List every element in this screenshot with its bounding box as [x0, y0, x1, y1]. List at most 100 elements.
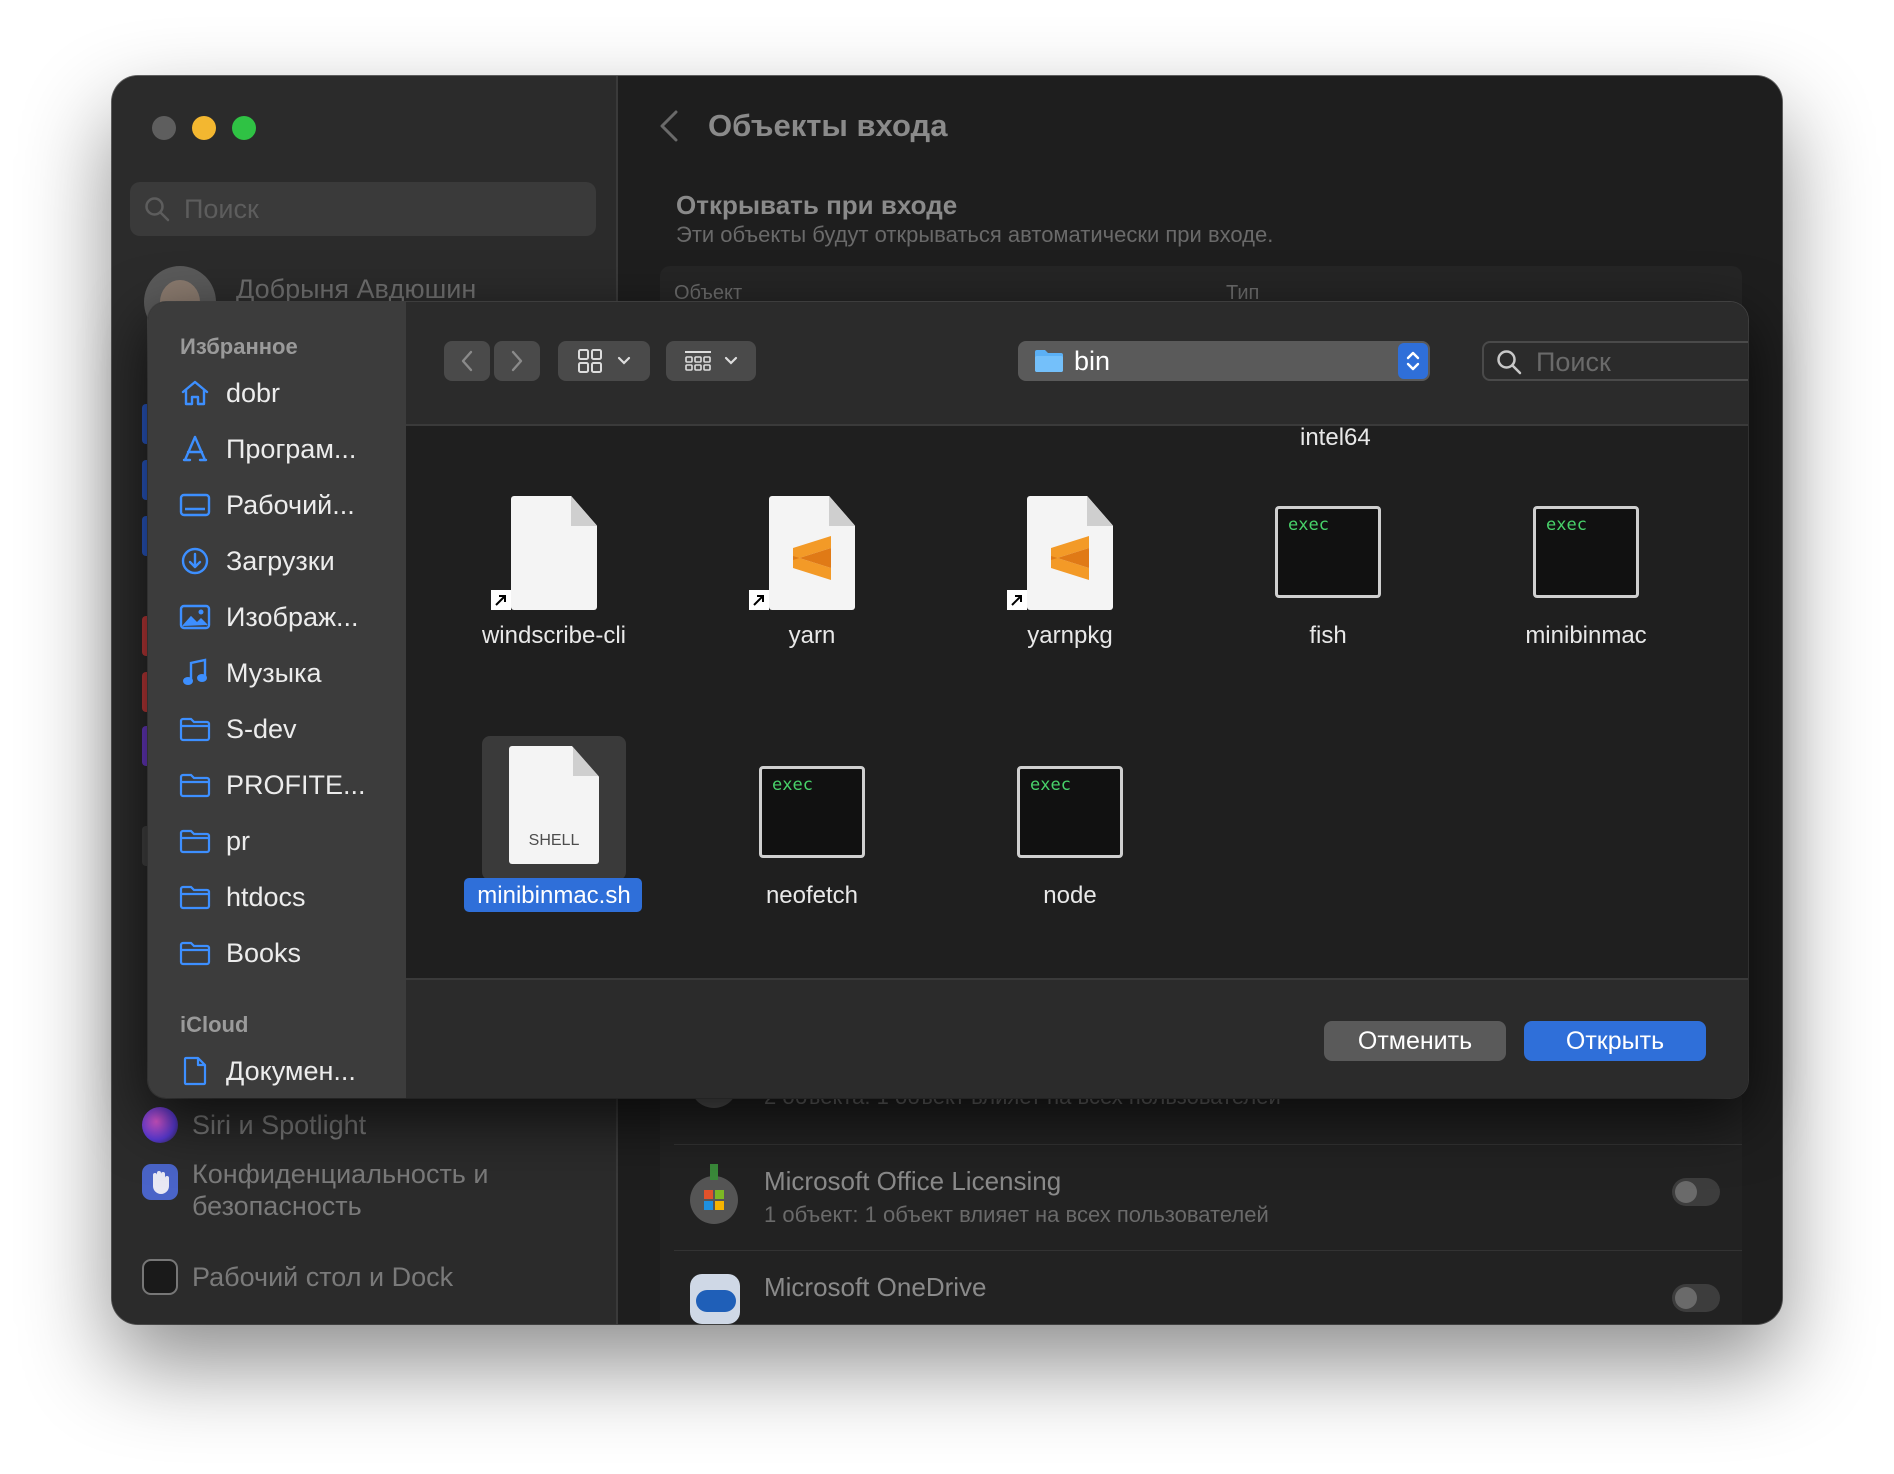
cancel-button[interactable]: Отменить [1324, 1021, 1506, 1061]
file-name: yarn [788, 622, 836, 649]
office-licensing-toggle[interactable] [1672, 1178, 1720, 1206]
minimize-window-button[interactable] [192, 116, 216, 140]
back-chevron-icon[interactable] [658, 108, 680, 144]
home-icon [178, 376, 212, 410]
folder-icon [178, 880, 212, 914]
sidebar-item-pictures[interactable]: Изображ... [178, 592, 398, 642]
file-browser-grid: intel64 windscribe-cli yarn yarnpkg exec… [406, 424, 1748, 976]
sidebar-item-siri[interactable]: Siri и Spotlight [142, 1100, 602, 1150]
sidebar-item-privacy[interactable]: Конфиденциальность и безопасность [142, 1158, 602, 1228]
dialog-sidebar: Избранное dobr Програм... Рабочий... Заг… [148, 302, 406, 1098]
group-by-button[interactable] [666, 341, 756, 381]
downloads-icon [178, 544, 212, 578]
chevron-down-icon [617, 356, 631, 365]
siri-icon [142, 1107, 178, 1143]
alias-arrow-icon [749, 590, 769, 610]
section-title: Открывать при входе [676, 190, 958, 220]
forward-button[interactable] [494, 341, 540, 381]
sidebar-item-books[interactable]: Books [178, 928, 398, 978]
item-name: Microsoft Office Licensing [764, 1166, 1062, 1196]
sidebar-item-label: Конфиденциальность и безопасность [192, 1159, 489, 1221]
current-folder-label: bin [1074, 346, 1111, 376]
sidebar-search-field[interactable]: Поиск [130, 182, 596, 236]
folder-icon [178, 936, 212, 970]
sidebar-item-icloud-documents[interactable]: Докумен... [178, 1046, 398, 1096]
file-item[interactable]: exec neofetch [712, 704, 912, 924]
sidebar-item-label: pr [226, 825, 251, 856]
sidebar-item-s-dev[interactable]: S-dev [178, 704, 398, 754]
open-file-dialog: Избранное dobr Програм... Рабочий... Заг… [148, 302, 1748, 1098]
popup-stepper[interactable] [1398, 343, 1428, 379]
chevron-down-icon [724, 356, 738, 365]
file-item[interactable]: yarnpkg [970, 444, 1170, 664]
view-mode-button[interactable] [558, 341, 650, 381]
terminal-exec-icon: exec [1017, 766, 1123, 858]
sidebar-item-pr[interactable]: pr [178, 816, 398, 866]
sidebar-item-label: Siri и Spotlight [192, 1110, 367, 1140]
open-button[interactable]: Открыть [1524, 1021, 1706, 1061]
file-item[interactable]: windscribe-cli [454, 444, 654, 664]
sidebar-item-label: S-dev [226, 713, 297, 744]
user-name: Добрыня Авдюшин [236, 274, 477, 304]
chevron-left-icon [461, 350, 473, 372]
file-item[interactable]: exec minibinmac [1486, 444, 1686, 664]
onedrive-toggle[interactable] [1672, 1284, 1720, 1312]
file-item[interactable]: yarn [712, 444, 912, 664]
file-name: node [1043, 882, 1097, 909]
sidebar-item-label: Изображ... [226, 601, 359, 632]
dialog-toolbar: bin Поиск [406, 302, 1748, 426]
folder-icon [178, 824, 212, 858]
group-icon [685, 351, 711, 371]
sidebar-item-label: htdocs [226, 881, 306, 912]
dock-icon [142, 1259, 178, 1295]
page-title: Объекты входа [708, 108, 948, 143]
sublime-text-icon [749, 496, 855, 610]
alias-arrow-icon [491, 590, 511, 610]
file-name: fish [1309, 622, 1347, 649]
item-name: Microsoft OneDrive [764, 1272, 987, 1302]
dialog-search-field[interactable]: Поиск [1482, 341, 1748, 381]
sidebar-item-htdocs[interactable]: htdocs [178, 872, 398, 922]
terminal-exec-icon: exec [759, 766, 865, 858]
grid-view-icon [578, 349, 602, 373]
dialog-footer: Отменить Открыть [406, 978, 1748, 1098]
exec-badge: exec [1288, 515, 1329, 535]
item-detail: 1 объект: 1 объект влияет на всех пользо… [764, 1202, 1269, 1227]
music-icon [178, 656, 212, 690]
sidebar-item-profite[interactable]: PROFITE... [178, 760, 398, 810]
search-icon [145, 197, 170, 222]
location-popup[interactable]: bin [1018, 341, 1430, 381]
sidebar-item-label: Програм... [226, 433, 357, 464]
folder-icon [178, 712, 212, 746]
sidebar-item-label: Books [226, 937, 302, 968]
sidebar-item-dock[interactable]: Рабочий стол и Dock [142, 1252, 602, 1302]
alias-arrow-icon [1007, 590, 1027, 610]
file-name: yarnpkg [1027, 622, 1113, 649]
sidebar-item-applications[interactable]: Програм... [178, 424, 398, 474]
sidebar-item-music[interactable]: Музыка [178, 648, 398, 698]
exec-badge: exec [1030, 775, 1071, 795]
exec-badge: exec [772, 775, 813, 795]
sidebar-item-label: dobr [226, 377, 281, 408]
file-item[interactable]: exec node [970, 704, 1170, 924]
sidebar-item-downloads[interactable]: Загрузки [178, 536, 398, 586]
sidebar-item-label: Загрузки [226, 545, 335, 576]
desktop-icon [178, 488, 212, 522]
sidebar-item-label: Рабочий стол и Dock [192, 1262, 454, 1292]
applications-icon [178, 432, 212, 466]
file-item-selected[interactable]: SHELL minibinmac.sh [454, 704, 654, 924]
back-button[interactable] [444, 341, 490, 381]
terminal-exec-icon: exec [1533, 506, 1639, 598]
close-window-button[interactable] [152, 116, 176, 140]
folder-icon [178, 768, 212, 802]
sidebar-item-label: Музыка [226, 657, 322, 688]
zoom-window-button[interactable] [232, 116, 256, 140]
sidebar-item-dobr[interactable]: dobr [178, 368, 398, 418]
onedrive-icon [690, 1274, 740, 1324]
exec-badge: exec [1546, 515, 1587, 535]
file-name: minibinmac [1525, 622, 1647, 649]
shell-badge: SHELL [528, 832, 580, 849]
sidebar-item-desktop[interactable]: Рабочий... [178, 480, 398, 530]
file-item[interactable]: exec fish [1228, 444, 1428, 664]
search-icon [1497, 350, 1522, 375]
